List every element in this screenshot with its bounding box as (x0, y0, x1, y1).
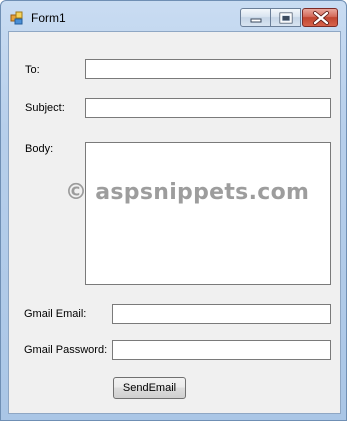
to-label: To: (25, 64, 40, 76)
gmail-password-input[interactable] (112, 340, 331, 360)
minimize-button[interactable] (240, 8, 271, 27)
close-button[interactable] (302, 8, 338, 27)
subject-input[interactable] (85, 98, 331, 118)
title-bar[interactable]: Form1 (1, 1, 346, 31)
maximize-button[interactable] (270, 8, 301, 27)
body-textarea[interactable] (85, 142, 331, 285)
maximize-icon (279, 12, 293, 24)
gmail-email-input[interactable] (112, 304, 331, 324)
send-email-button[interactable]: SendEmail (113, 377, 186, 399)
window-title: Form1 (31, 11, 66, 25)
gmail-password-label: Gmail Password: (24, 344, 108, 356)
watermark-text: © aspsnippets.com (65, 180, 310, 205)
to-input[interactable] (85, 59, 331, 79)
minimize-icon (250, 18, 262, 23)
close-icon (313, 11, 329, 25)
form-client-area: To: Subject: Body: Gmail Email: Gmail Pa… (8, 31, 341, 414)
form-window: Form1 To: Subject: Body: Gmail Email: Gm… (0, 0, 347, 421)
gmail-email-label: Gmail Email: (24, 308, 87, 320)
body-label: Body: (25, 143, 54, 155)
winforms-app-icon[interactable] (10, 11, 24, 25)
subject-label: Subject: (25, 102, 65, 114)
